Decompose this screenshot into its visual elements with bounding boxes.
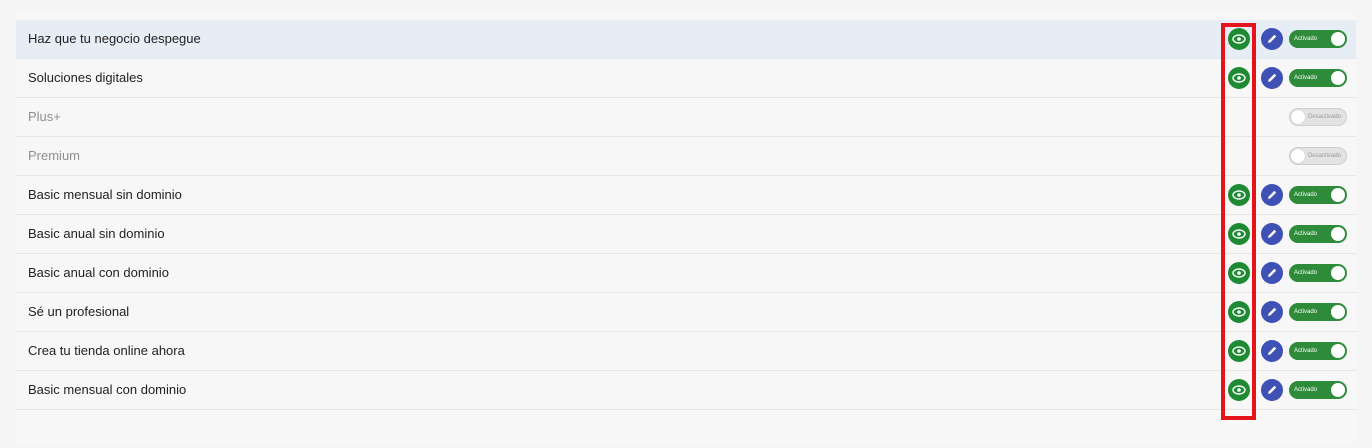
status-toggle[interactable]: Activado xyxy=(1289,381,1347,399)
plan-name: Basic anual sin dominio xyxy=(28,226,165,241)
toggle-knob xyxy=(1331,383,1345,397)
status-toggle-label: Desactivado xyxy=(1307,153,1341,159)
status-toggle[interactable]: Activado xyxy=(1289,303,1347,321)
plan-name: Basic anual con dominio xyxy=(28,265,169,280)
status-toggle-label: Activado xyxy=(1294,192,1318,198)
pencil-icon[interactable] xyxy=(1261,262,1283,284)
toggle-knob xyxy=(1331,344,1345,358)
plan-name: Plus+ xyxy=(28,109,61,124)
table-row: Soluciones digitales Activado xyxy=(16,59,1356,98)
pencil-icon[interactable] xyxy=(1261,28,1283,50)
pencil-icon[interactable] xyxy=(1261,301,1283,323)
table-row: Crea tu tienda online ahora Activado xyxy=(16,332,1356,371)
toggle-knob xyxy=(1331,32,1345,46)
table-row: Basic mensual sin dominio Activado xyxy=(16,176,1356,215)
status-toggle[interactable]: Desactivado xyxy=(1289,147,1347,165)
table-row: Basic mensual con dominio Activado xyxy=(16,371,1356,410)
status-toggle[interactable]: Activado xyxy=(1289,69,1347,87)
status-toggle[interactable]: Activado xyxy=(1289,342,1347,360)
status-toggle[interactable]: Activado xyxy=(1289,225,1347,243)
status-toggle-label: Activado xyxy=(1294,309,1318,315)
toggle-knob xyxy=(1331,71,1345,85)
plan-name: Premium xyxy=(28,148,81,163)
toggle-knob xyxy=(1331,305,1345,319)
plan-name: Basic mensual con dominio xyxy=(28,382,187,397)
plan-name: Basic mensual sin dominio xyxy=(28,187,182,202)
status-toggle-label: Activado xyxy=(1294,348,1318,354)
toggle-knob xyxy=(1331,188,1345,202)
status-toggle[interactable]: Activado xyxy=(1289,30,1347,48)
plans-list: Haz que tu negocio despegue Activado Soluc… xyxy=(16,20,1356,410)
toggle-knob xyxy=(1331,266,1345,280)
status-toggle-label: Activado xyxy=(1294,387,1318,393)
pencil-icon[interactable] xyxy=(1261,379,1283,401)
plan-name: Sé un profesional xyxy=(28,304,130,319)
toggle-knob xyxy=(1291,110,1305,124)
table-row: Basic anual con dominio Activado xyxy=(16,254,1356,293)
table-row: Haz que tu negocio despegue Activado xyxy=(16,20,1356,59)
status-toggle-label: Activado xyxy=(1294,270,1318,276)
status-toggle[interactable]: Activado xyxy=(1289,186,1347,204)
plans-panel: Haz que tu negocio despegue Activado Soluc… xyxy=(16,12,1356,444)
table-row: Sé un profesional Activado xyxy=(16,293,1356,332)
highlight-annotation-box xyxy=(1221,23,1256,420)
pencil-icon[interactable] xyxy=(1261,67,1283,89)
table-row: Plus+ Desactivado xyxy=(16,98,1356,137)
toggle-knob xyxy=(1331,227,1345,241)
plan-name: Crea tu tienda online ahora xyxy=(28,343,185,358)
status-toggle-label: Activado xyxy=(1294,75,1318,81)
plan-name: Haz que tu negocio despegue xyxy=(28,31,201,46)
table-row: Basic anual sin dominio Activado xyxy=(16,215,1356,254)
status-toggle-label: Activado xyxy=(1294,231,1318,237)
status-toggle[interactable]: Desactivado xyxy=(1289,108,1347,126)
plan-name: Soluciones digitales xyxy=(28,70,143,85)
table-row: Premium Desactivado xyxy=(16,137,1356,176)
status-toggle-label: Activado xyxy=(1294,36,1318,42)
pencil-icon[interactable] xyxy=(1261,184,1283,206)
pencil-icon[interactable] xyxy=(1261,340,1283,362)
status-toggle-label: Desactivado xyxy=(1307,114,1341,120)
status-toggle[interactable]: Activado xyxy=(1289,264,1347,282)
pencil-icon[interactable] xyxy=(1261,223,1283,245)
toggle-knob xyxy=(1291,149,1305,163)
